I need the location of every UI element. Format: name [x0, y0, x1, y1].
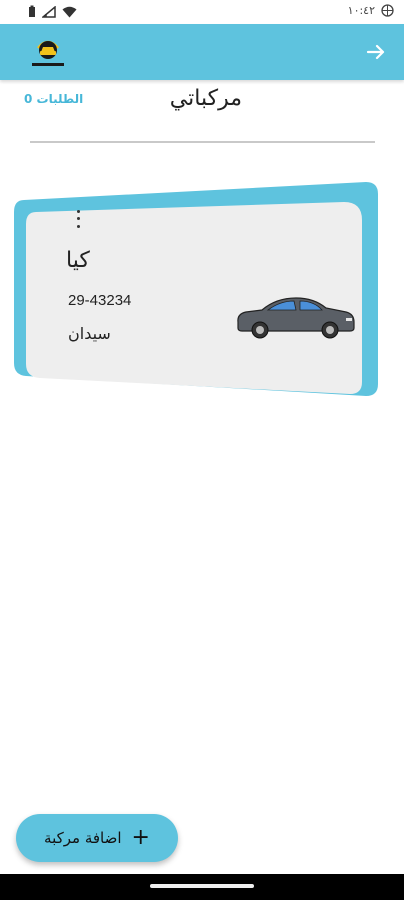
vehicles-screen: ١٠:٤٢ الطلبات 0 مركباتي كيا 29-43234 سيد…	[0, 0, 404, 900]
app-bar	[0, 24, 404, 80]
status-right: ١٠:٤٢	[348, 4, 394, 17]
status-icons	[28, 5, 77, 18]
home-gesture-handle[interactable]	[150, 884, 254, 888]
vehicle-card[interactable]: كيا 29-43234 سيدان	[14, 182, 378, 398]
header-divider	[30, 141, 375, 143]
card-background	[14, 182, 378, 396]
back-button[interactable]	[362, 38, 390, 66]
battery-icon	[29, 5, 35, 17]
page-title: مركباتي	[169, 86, 242, 111]
vehicle-plate: 29-43234	[68, 292, 132, 309]
orders-count-link[interactable]: الطلبات 0	[24, 92, 83, 106]
vehicle-name: كيا	[66, 248, 90, 273]
vehicle-type: سيدان	[68, 324, 111, 343]
signal-icon	[42, 5, 56, 18]
add-vehicle-label: اضافة مركبة	[44, 829, 122, 847]
app-logo	[32, 40, 64, 66]
vpn-icon	[381, 4, 394, 17]
status-time: ١٠:٤٢	[347, 4, 375, 17]
arrow-right-icon	[366, 44, 385, 60]
more-vert-icon[interactable]	[70, 208, 86, 230]
system-nav-bar	[0, 874, 404, 900]
add-vehicle-button[interactable]: اضافة مركبة +	[16, 814, 178, 862]
wifi-icon	[62, 6, 77, 17]
status-bar: ١٠:٤٢	[0, 0, 404, 24]
plus-icon: +	[131, 825, 150, 850]
sedan-car-icon	[237, 297, 355, 339]
